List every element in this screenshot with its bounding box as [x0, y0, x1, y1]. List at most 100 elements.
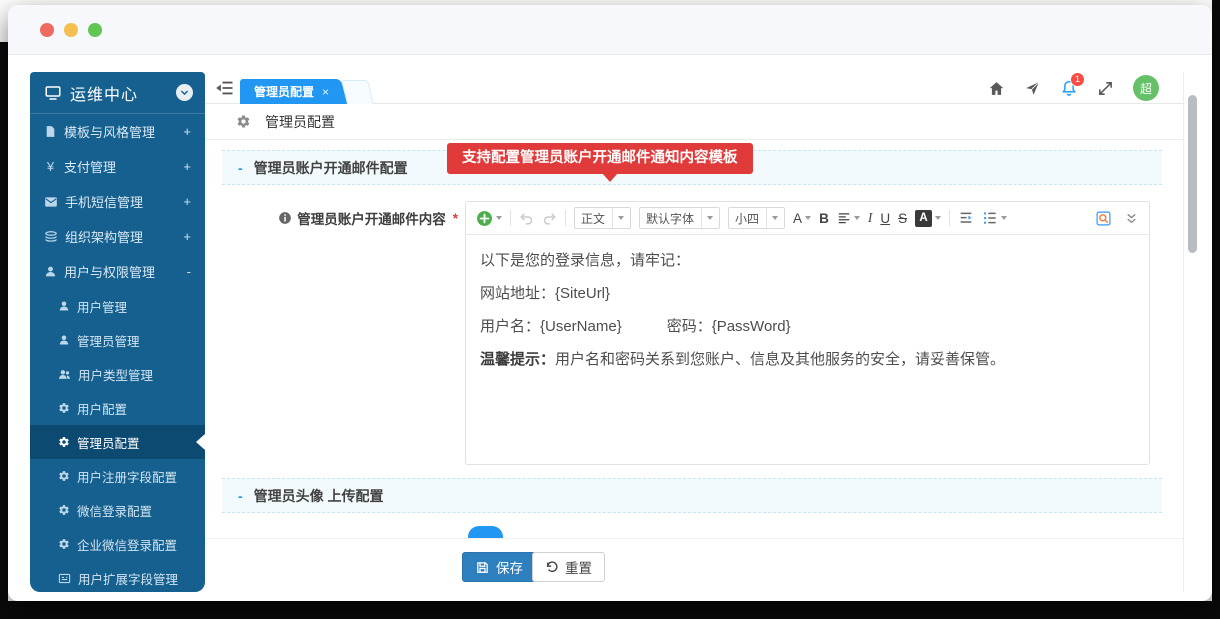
align-icon — [837, 211, 851, 225]
caret-down-icon — [805, 216, 811, 220]
chevrons-down-icon[interactable] — [1124, 211, 1139, 226]
ordered-list-button[interactable] — [982, 210, 1007, 226]
sidebar-subitem-user-management[interactable]: 用户管理 — [30, 289, 205, 323]
highlight-color-button[interactable]: A — [915, 210, 941, 227]
italic-button[interactable]: I — [868, 210, 873, 226]
save-label: 保存 — [496, 557, 523, 577]
plus-circle-icon — [476, 210, 493, 227]
font-family-dropdown[interactable]: 默认字体 — [639, 207, 720, 229]
save-button[interactable]: 保存 — [462, 552, 536, 582]
sidebar-item-payment[interactable]: ¥ 支付管理 + — [30, 149, 205, 184]
editor-text: 用户名和密码关系到您账户、信息及其他服务的安全，请妥善保管。 — [555, 351, 1005, 368]
app-title: 运维中心 — [70, 81, 168, 105]
reset-icon — [545, 560, 559, 574]
section-avatar-upload-config[interactable]: - 管理员头像 上传配置 — [222, 478, 1162, 513]
caret-down-icon — [618, 216, 624, 220]
email-content-label: 管理员账户开通邮件内容 * — [222, 208, 458, 228]
sidebar-item-user-permission[interactable]: 用户与权限管理 - — [30, 254, 205, 289]
user-icon — [44, 265, 57, 278]
undo-icon[interactable] — [519, 211, 534, 226]
paper-plane-icon — [1024, 80, 1041, 97]
close-window-button[interactable] — [40, 23, 54, 37]
expand-plus-icon: + — [183, 124, 191, 139]
reset-button[interactable]: 重置 — [532, 552, 605, 582]
font-color-button[interactable]: A — [793, 211, 811, 226]
collapse-minus-icon[interactable]: - — [238, 160, 243, 176]
strikethrough-button[interactable]: S — [898, 211, 907, 226]
expand-icon — [1097, 80, 1114, 97]
notifications-button[interactable]: 1 — [1060, 79, 1078, 97]
section-title: 管理员头像 上传配置 — [254, 486, 384, 506]
window-titlebar — [8, 5, 1212, 55]
breadcrumb: 管理员配置 — [205, 104, 1183, 140]
sidebar-subitem-user-extend-fields[interactable]: 用户扩展字段管理 — [30, 561, 205, 592]
font-color-label: A — [793, 211, 802, 226]
preview-icon[interactable] — [1095, 210, 1112, 227]
insert-button[interactable] — [476, 210, 502, 227]
sidebar-item-label: 模板与风格管理 — [64, 122, 176, 141]
background-edge-right — [1212, 0, 1220, 619]
align-button[interactable] — [837, 211, 860, 225]
screenshot-root: 运维中心 模板与风格管理 + ¥ 支付管理 + 手机短信管理 + 组织架构管理 — [0, 0, 1220, 619]
sidebar-item-sms[interactable]: 手机短信管理 + — [30, 184, 205, 219]
redo-icon[interactable] — [542, 211, 557, 226]
sidebar-item-label: 用户与权限管理 — [64, 262, 180, 281]
sidebar-subitem-admin-management[interactable]: 管理员管理 — [30, 323, 205, 357]
sidebar-item-template-style[interactable]: 模板与风格管理 + — [30, 114, 205, 149]
monitor-icon — [44, 84, 62, 102]
sidebar-subitem-wechat-login-config[interactable]: 微信登录配置 — [30, 493, 205, 527]
caret-down-icon — [707, 216, 713, 220]
sidebar-subitem-admin-config[interactable]: 管理员配置 — [30, 425, 205, 459]
dropdown-value: 正文 — [581, 210, 605, 227]
editor-line: 用户名：{UserName} 密码：{PassWord} — [480, 310, 1135, 343]
zoom-window-button[interactable] — [88, 23, 102, 37]
sidebar-subitem-user-type-management[interactable]: 用户类型管理 — [30, 357, 205, 391]
sidebar-item-label: 手机短信管理 — [65, 192, 176, 211]
tab-bar: 管理员配置 × 1 超 — [205, 72, 1183, 104]
users-icon — [58, 368, 71, 381]
collapse-minus-icon[interactable]: - — [238, 488, 243, 504]
user-icon — [58, 334, 70, 346]
minimize-window-button[interactable] — [64, 23, 78, 37]
tab-close-icon[interactable]: × — [322, 85, 329, 99]
floppy-icon — [475, 560, 490, 575]
editor-content-area[interactable]: 以下是您的登录信息，请牢记： 网站地址：{SiteUrl} 用户名：{UserN… — [466, 235, 1149, 385]
sidebar-subitem-label: 微信登录配置 — [77, 501, 152, 520]
caret-down-icon — [1001, 216, 1007, 220]
sidebar-subitem-wecom-login-config[interactable]: 企业微信登录配置 — [30, 527, 205, 561]
home-button[interactable] — [988, 80, 1005, 97]
editor-line: 温馨提示：用户名和密码关系到您账户、信息及其他服务的安全，请妥善保管。 — [480, 343, 1135, 376]
reset-label: 重置 — [565, 557, 592, 577]
sidebar-subitem-register-fields-config[interactable]: 用户注册字段配置 — [30, 459, 205, 493]
expand-plus-icon: + — [183, 159, 191, 174]
tab-stub — [341, 80, 374, 104]
ordered-list-icon — [982, 210, 998, 226]
sidebar-collapse-button[interactable] — [176, 84, 193, 101]
quote-indent-icon[interactable] — [958, 210, 974, 226]
underline-button[interactable]: U — [880, 211, 890, 226]
home-icon — [988, 80, 1005, 97]
tab-admin-config[interactable]: 管理员配置 × — [240, 79, 335, 104]
fullscreen-button[interactable] — [1097, 80, 1114, 97]
paragraph-style-dropdown[interactable]: 正文 — [574, 207, 631, 229]
notification-badge: 1 — [1070, 72, 1085, 87]
scrollbar-thumb[interactable] — [1188, 95, 1197, 253]
gear-icon — [58, 470, 70, 482]
sidebar-subitem-label: 用户管理 — [77, 297, 127, 316]
field-label: 管理员账户开通邮件内容 — [297, 208, 446, 228]
bold-button[interactable]: B — [819, 211, 829, 226]
send-button[interactable] — [1024, 80, 1041, 97]
collapse-minus-icon: - — [187, 264, 191, 279]
toolbar-separator — [949, 210, 950, 226]
avatar[interactable]: 超 — [1133, 75, 1159, 101]
sidebar-subitem-label: 用户扩展字段管理 — [78, 569, 178, 588]
sidebar-item-organization[interactable]: 组织架构管理 + — [30, 219, 205, 254]
section-title: 管理员账户开通邮件配置 — [254, 158, 408, 178]
collapse-sidebar-icon[interactable] — [215, 78, 235, 98]
info-icon[interactable] — [278, 211, 292, 225]
font-size-dropdown[interactable]: 小四 — [728, 207, 785, 229]
gear-icon — [58, 538, 70, 550]
sidebar-subitem-user-config[interactable]: 用户配置 — [30, 391, 205, 425]
sidebar-subitem-label: 管理员管理 — [77, 331, 140, 350]
page-title: 管理员配置 — [265, 112, 335, 132]
